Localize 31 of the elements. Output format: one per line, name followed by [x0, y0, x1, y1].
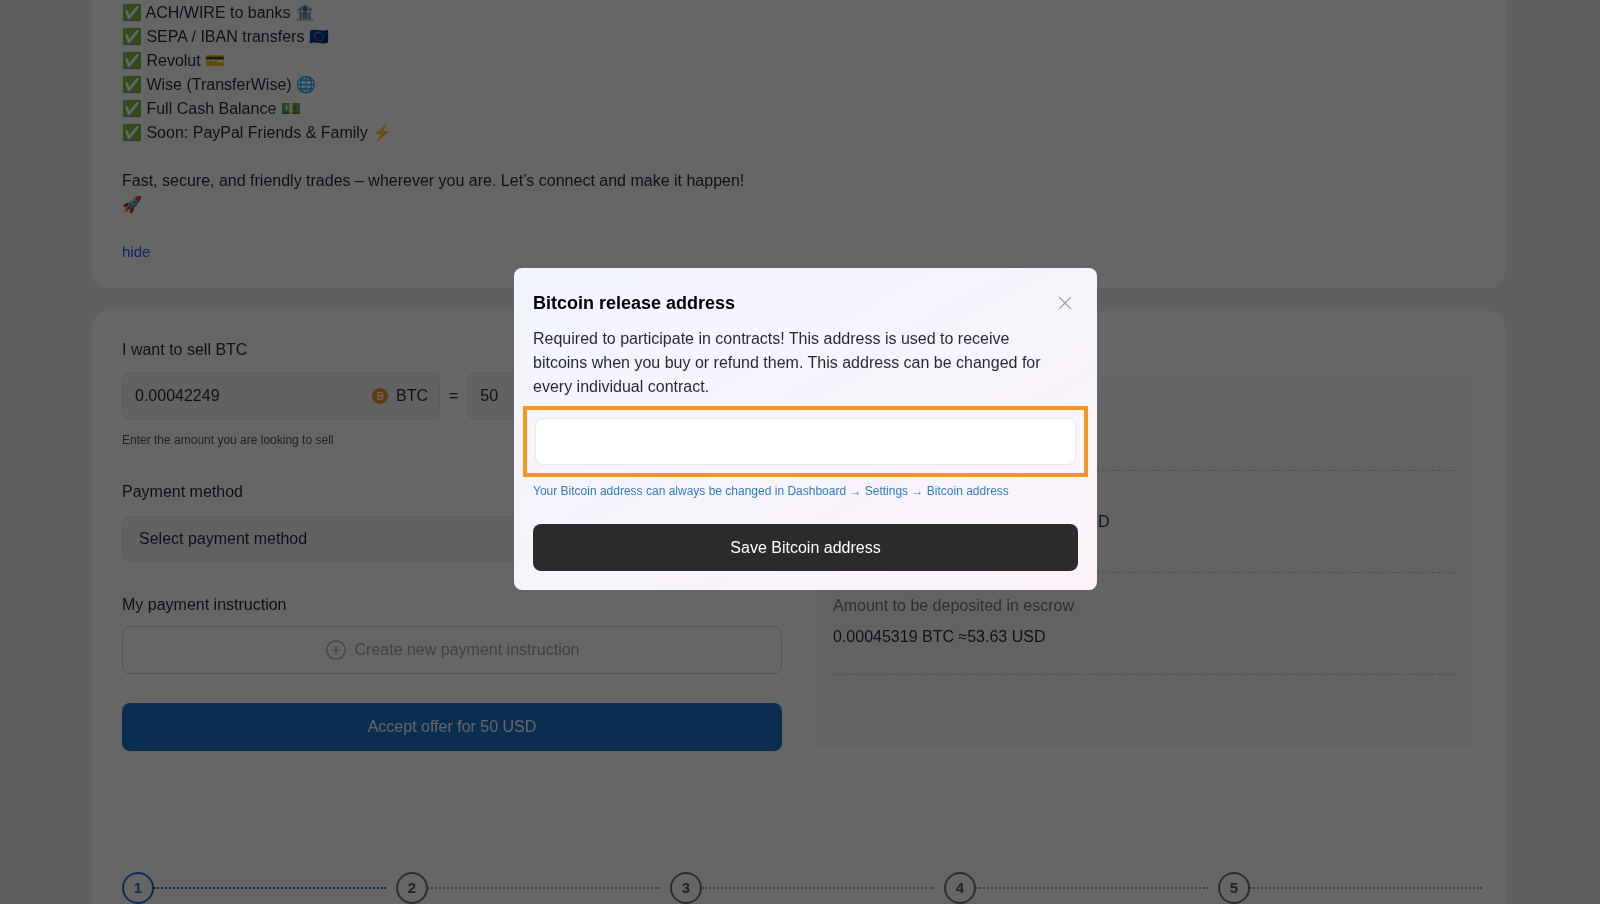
- amount-hint: Enter the amount you are looking to sell: [122, 432, 334, 448]
- field-label: My payment instruction: [122, 595, 287, 615]
- hide-link[interactable]: hide: [122, 242, 151, 262]
- payment-option: ✅ Revolut 💳: [122, 49, 226, 73]
- payment-option: ✅ Full Cash Balance 💵: [122, 97, 301, 121]
- address-field[interactable]: [535, 418, 1076, 465]
- escrow-label: Amount to be deposited in escrow: [833, 596, 1075, 616]
- address-helper-text: Your Bitcoin address can always be changed in Dashboard → Settings → Bitcoin address: [533, 483, 1009, 499]
- step-indicator: 2: [396, 872, 428, 904]
- bitcoin-icon: [372, 388, 388, 404]
- description-text: Fast, secure, and friendly trades – wherever you are. Let’s connect and make it happen!: [122, 171, 745, 191]
- payment-option: ✅ Soon: PayPal Friends & Family ⚡: [122, 121, 393, 145]
- summary-value: D: [1098, 511, 1110, 532]
- step-indicator: 1: [122, 872, 154, 904]
- step-indicator: 5: [1218, 872, 1250, 904]
- payment-option: ✅ SEPA / IBAN transfers 🇪🇺: [122, 25, 329, 49]
- modal-description: Required to participate in contracts! This address is used to receive bitcoins when you buy or refund them. This address can be changed for every individual contract.: [533, 329, 1042, 397]
- save-address-button[interactable]: Save Bitcoin address: [533, 524, 1078, 571]
- payment-option: ✅ ACH/WIRE to banks 🏦: [122, 1, 315, 25]
- equals-sign: =: [449, 386, 459, 406]
- escrow-value: 0.00045319 BTC ≈53.63 USD: [833, 627, 1046, 647]
- field-label: I want to sell BTC: [122, 340, 248, 360]
- currency-label: BTC: [396, 386, 428, 406]
- rocket-emoji: 🚀: [122, 195, 142, 215]
- modal-title: Bitcoin release address: [533, 292, 736, 315]
- step-indicator: 3: [670, 872, 702, 904]
- field-label: Payment method: [122, 482, 243, 502]
- plus-circle-icon: [324, 639, 347, 661]
- step-indicator: 4: [944, 872, 976, 904]
- payment-option: ✅ Wise (TransferWise) 🌐: [122, 73, 317, 97]
- accept-offer-button[interactable]: Accept offer for 50 USD: [122, 703, 782, 751]
